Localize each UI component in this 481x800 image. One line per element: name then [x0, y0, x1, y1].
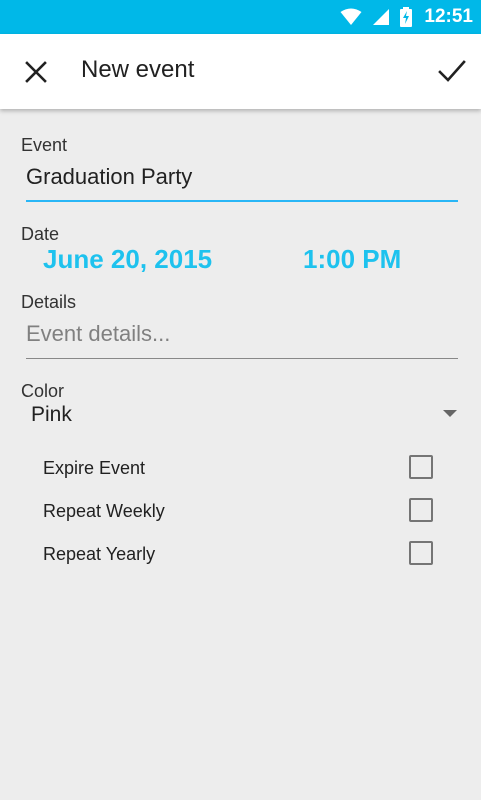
- expire-event-checkbox[interactable]: [409, 455, 433, 479]
- details-label: Details: [21, 292, 77, 312]
- option-repeat-weekly[interactable]: Repeat Weekly: [0, 492, 481, 532]
- status-time: 12:51: [424, 6, 473, 27]
- page-title: New event: [81, 56, 195, 83]
- date-label: Date: [21, 224, 60, 244]
- chevron-down-icon: [443, 410, 457, 417]
- option-label: Expire Event: [43, 458, 146, 478]
- color-dropdown[interactable]: [21, 398, 468, 434]
- details-field[interactable]: Event details...: [26, 316, 458, 359]
- repeat-weekly-checkbox[interactable]: [409, 498, 433, 522]
- repeat-yearly-checkbox[interactable]: [409, 541, 433, 565]
- time-picker[interactable]: 1:00 PM: [303, 244, 401, 275]
- battery-charging-icon: [400, 7, 413, 27]
- close-icon[interactable]: [22, 58, 50, 86]
- cell-signal-icon: [373, 9, 390, 25]
- event-name-value: Graduation Party: [26, 164, 193, 189]
- event-label: Event: [21, 135, 68, 155]
- check-icon[interactable]: [437, 56, 467, 86]
- status-icons: 12:51: [340, 0, 473, 34]
- status-bar: 12:51: [0, 0, 481, 34]
- option-label: Repeat Weekly: [43, 501, 165, 521]
- option-repeat-yearly[interactable]: Repeat Yearly: [0, 535, 481, 575]
- wifi-icon: [340, 8, 362, 25]
- color-selected-value: Pink: [31, 403, 72, 426]
- details-placeholder: Event details...: [26, 321, 171, 346]
- event-name-field[interactable]: Graduation Party: [26, 160, 458, 202]
- option-expire-event[interactable]: Expire Event: [0, 449, 481, 489]
- app-bar: New event: [0, 34, 481, 109]
- option-label: Repeat Yearly: [43, 544, 156, 564]
- date-picker[interactable]: June 20, 2015: [43, 244, 212, 275]
